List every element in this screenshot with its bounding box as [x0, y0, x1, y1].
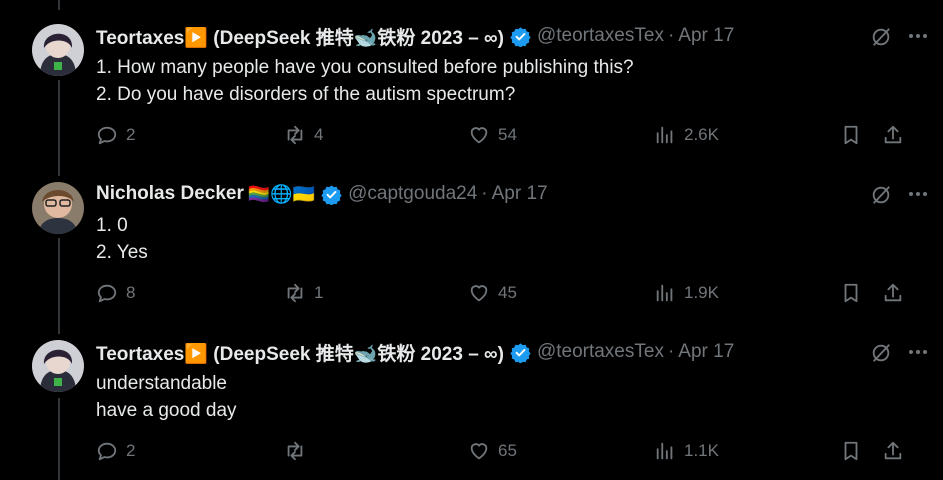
reply-icon: [97, 284, 117, 303]
repost-count: 4: [314, 125, 324, 144]
like-button[interactable]: 54: [468, 124, 517, 146]
reply-icon: [97, 442, 117, 461]
like-button[interactable]: 65: [468, 440, 517, 462]
separator-dot: ·: [667, 25, 675, 46]
repost-count: 1: [314, 283, 324, 302]
like-icon: [470, 443, 488, 460]
action-bar: 2 65 1.1K: [96, 440, 916, 466]
share-icon[interactable]: [882, 282, 904, 304]
repost-icon: [287, 125, 303, 145]
handle[interactable]: @teortaxesTex: [537, 25, 664, 47]
views-button[interactable]: 2.6K: [654, 124, 719, 146]
views-icon: [656, 126, 673, 144]
thread-line: [58, 0, 60, 10]
handle[interactable]: @captgouda24: [348, 183, 477, 205]
grok-icon[interactable]: [870, 26, 892, 48]
view-count: 1.9K: [684, 283, 719, 302]
repost-icon: [287, 283, 303, 303]
reply-button[interactable]: 2: [96, 440, 135, 462]
bookmark-icon[interactable]: [840, 282, 862, 304]
like-icon: [470, 285, 488, 302]
tweet-text: 1. 0 2. Yes: [96, 212, 148, 266]
tweet-header: Teortaxes▶️ (DeepSeek 推特🐋铁粉 2023 – ∞) @t…: [96, 339, 734, 366]
tweet-line: 1. How many people have you consulted be…: [96, 57, 634, 78]
view-count: 2.6K: [684, 125, 719, 144]
more-icon[interactable]: [906, 340, 930, 364]
view-count: 1.1K: [684, 441, 719, 460]
display-name[interactable]: Teortaxes▶️ (DeepSeek 推特🐋铁粉 2023 – ∞): [96, 339, 504, 366]
repost-button[interactable]: 4: [284, 124, 323, 146]
bookmark-icon[interactable]: [840, 124, 862, 146]
bookmark-icon[interactable]: [840, 440, 862, 462]
like-count: 45: [498, 283, 517, 302]
views-button[interactable]: 1.1K: [654, 440, 719, 462]
timestamp[interactable]: Apr 17: [678, 341, 734, 363]
tweet[interactable]: Nicholas Decker 🏳️‍🌈🌐🇺🇦 @captgouda24 · A…: [0, 182, 943, 322]
tweet-line: 1. 0: [96, 215, 128, 236]
tweet-header: Teortaxes▶️ (DeepSeek 推特🐋铁粉 2023 – ∞) @t…: [96, 23, 734, 50]
verified-icon: [510, 342, 531, 363]
name-emoji: 🏳️‍🌈🌐🇺🇦: [247, 183, 316, 204]
views-button[interactable]: 1.9K: [654, 282, 719, 304]
tweet-text: understandable have a good day: [96, 370, 237, 424]
share-icon[interactable]: [882, 124, 904, 146]
tweet-header: Nicholas Decker 🏳️‍🌈🌐🇺🇦 @captgouda24 · A…: [96, 182, 548, 206]
like-count: 54: [498, 125, 517, 144]
avatar[interactable]: [32, 340, 84, 392]
repost-button[interactable]: [284, 440, 314, 462]
like-count: 65: [498, 441, 517, 460]
grok-icon[interactable]: [870, 184, 892, 206]
tweet-line: 2. Do you have disorders of the autism s…: [96, 84, 516, 105]
reply-count: 2: [126, 125, 136, 144]
share-icon[interactable]: [882, 440, 904, 462]
action-bar: 8 1 45 1.9K: [96, 282, 916, 308]
avatar[interactable]: [32, 24, 84, 76]
like-button[interactable]: 45: [468, 282, 517, 304]
verified-icon: [510, 26, 531, 47]
repost-icon: [287, 441, 303, 461]
like-icon: [470, 127, 488, 144]
reply-count: 8: [126, 283, 136, 302]
reply-count: 2: [126, 441, 136, 460]
timestamp[interactable]: Apr 17: [678, 25, 734, 47]
action-bar: 2 4 54 2.6K: [96, 124, 916, 150]
tweet-line: have a good day: [96, 400, 237, 421]
display-name[interactable]: Nicholas Decker: [96, 183, 244, 205]
views-icon: [656, 442, 673, 460]
separator-dot: ·: [667, 341, 675, 362]
tweet-text: 1. How many people have you consulted be…: [96, 54, 634, 108]
display-name[interactable]: Teortaxes▶️ (DeepSeek 推特🐋铁粉 2023 – ∞): [96, 23, 504, 50]
tweet[interactable]: Teortaxes▶️ (DeepSeek 推特🐋铁粉 2023 – ∞) @t…: [0, 24, 943, 164]
more-icon[interactable]: [906, 182, 930, 206]
grok-icon[interactable]: [870, 342, 892, 364]
separator-dot: ·: [481, 183, 488, 204]
reply-icon: [97, 126, 117, 145]
views-icon: [656, 284, 673, 302]
tweet-line: 2. Yes: [96, 242, 148, 263]
timestamp[interactable]: Apr 17: [492, 183, 548, 205]
repost-button[interactable]: 1: [284, 282, 323, 304]
more-icon[interactable]: [906, 24, 930, 48]
reply-button[interactable]: 2: [96, 124, 135, 146]
reply-button[interactable]: 8: [96, 282, 135, 304]
verified-icon: [321, 184, 342, 205]
tweet-line: understandable: [96, 373, 227, 394]
tweet[interactable]: Teortaxes▶️ (DeepSeek 推特🐋铁粉 2023 – ∞) @t…: [0, 340, 943, 480]
handle[interactable]: @teortaxesTex: [537, 341, 664, 363]
avatar[interactable]: [32, 182, 84, 234]
